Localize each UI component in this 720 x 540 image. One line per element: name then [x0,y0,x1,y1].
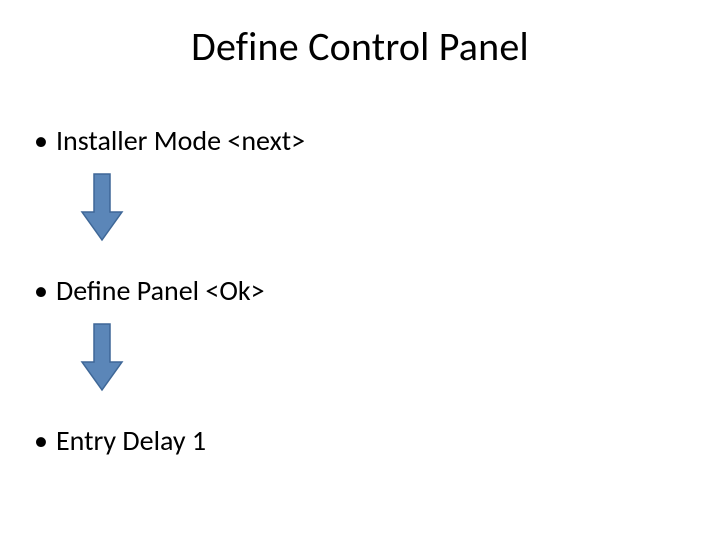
slide-title: Define Control Panel [0,22,720,71]
arrow-shape [82,174,122,240]
down-arrow-icon [80,172,124,247]
arrow-shape [82,324,122,390]
bullet-installer-mode: Installer Mode <next> [36,124,305,158]
bullet-entry-delay: Entry Delay 1 [36,424,206,458]
down-arrow-icon [80,322,124,397]
slide: Define Control Panel Installer Mode <nex… [0,0,720,540]
bullet-define-panel: Define Panel <Ok> [36,274,265,308]
